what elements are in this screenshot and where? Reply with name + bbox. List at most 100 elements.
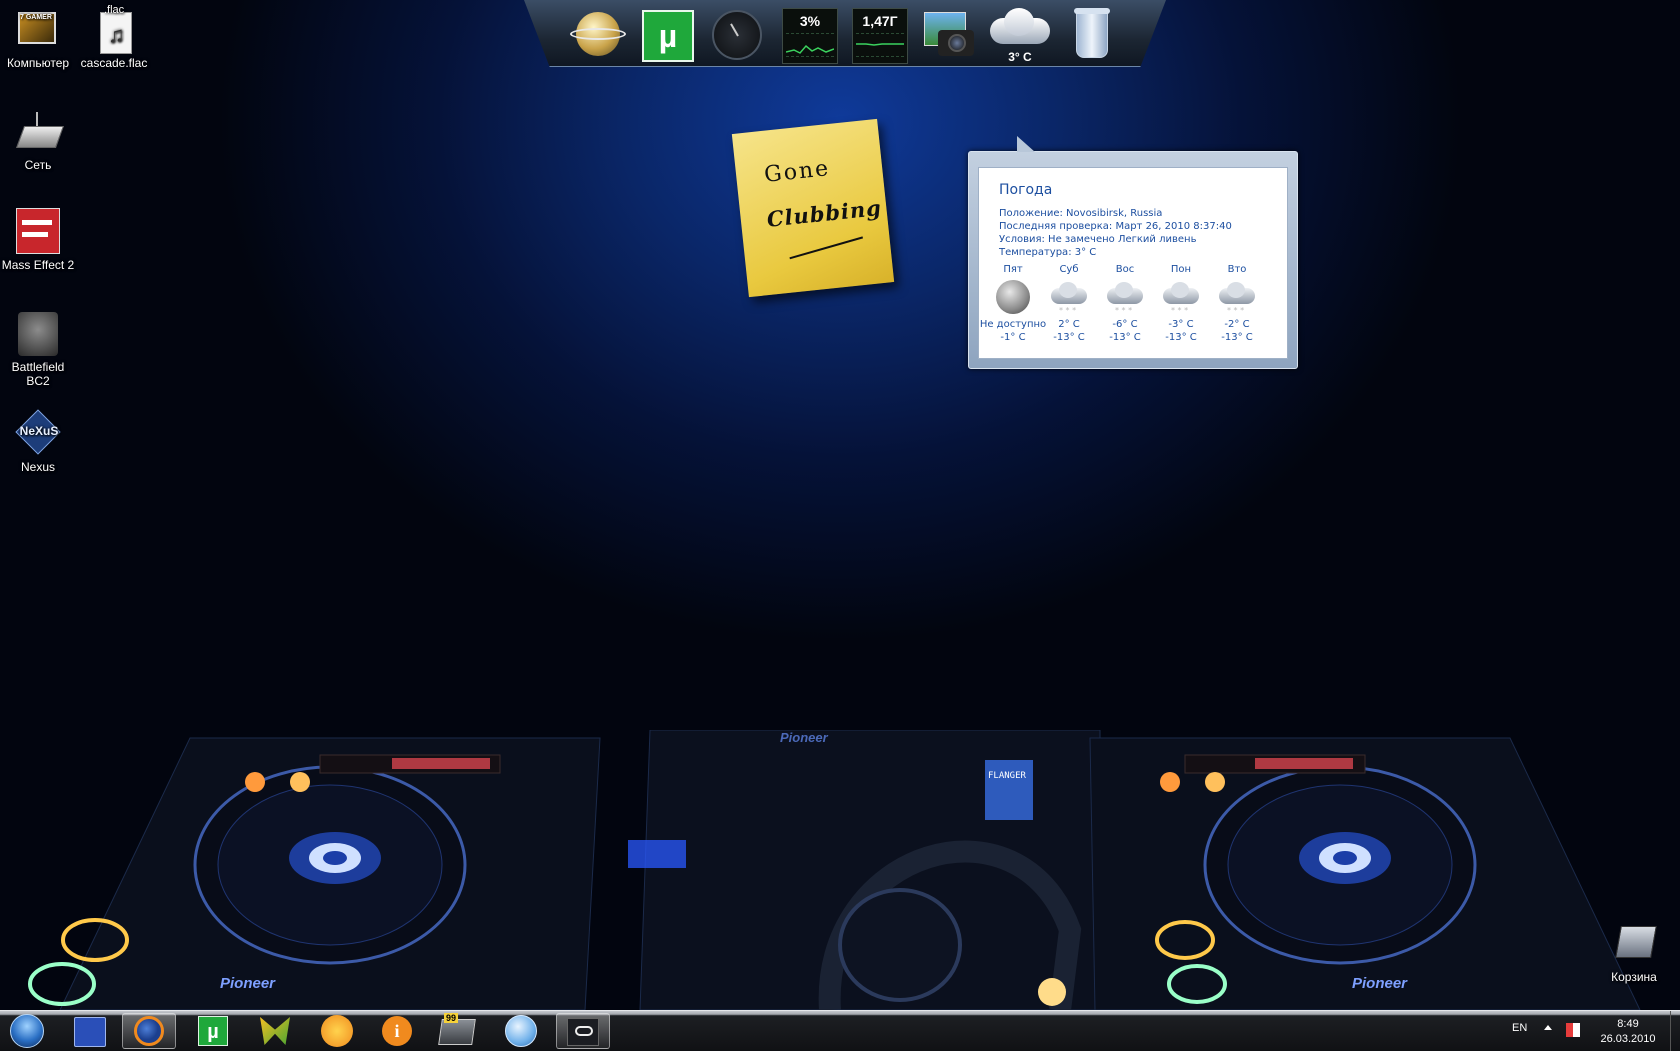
taskbar-monitor[interactable]: 99 [430,1013,484,1049]
brand-right: Pioneer [1352,975,1408,992]
clock-date: 26.03.2010 [1600,1033,1656,1045]
taskbar-firefox[interactable] [122,1013,176,1049]
forecast-day: Пон * * * -3° C -13° C [1151,264,1211,344]
taskbar-steam[interactable] [556,1013,610,1049]
sticky-note-underline [789,236,864,260]
flyout-arrow [1017,136,1035,152]
info-icon: i [382,1016,412,1046]
monitor-badge: 99 [444,1013,459,1023]
desktop-icon-label: Сеть [24,158,52,172]
desktop-icon-label: Nexus [20,460,55,474]
firefox-icon [134,1016,164,1046]
show-hidden-icons-button[interactable] [1544,1025,1552,1030]
sticky-note[interactable]: Gone Clubbing [731,118,895,298]
cpu-meter-gadget[interactable]: 3% [782,8,838,64]
snow-cloud-icon: * * * [1219,280,1255,315]
top-gadget-dock: µ 3% 1,47Г 3° C [524,0,1166,67]
itunes-icon [505,1015,537,1047]
moon-icon [995,280,1031,314]
forecast-day-lo: -13° C [1221,332,1253,343]
recycle-bin-icon[interactable] [1064,8,1120,64]
forecast-day-hi: 2° C [1058,319,1080,330]
brand-mixer: Pioneer [780,730,829,745]
taskbar-butterfly[interactable] [248,1013,302,1049]
weather-location: Положение: Novosibirsk, Russia [999,208,1163,219]
flac-file-badge: .flac [104,4,125,16]
action-center-flag-icon[interactable] [1566,1023,1580,1037]
forecast-day-lo: -1° C [1000,332,1026,343]
clock-time: 8:49 [1617,1018,1639,1030]
wallpaper-dj-decks: Pioneer FLANGER Pioneer Pioneer [28,730,1641,1010]
brand-left: Pioneer [220,975,276,992]
snow-cloud-icon: * * * [1163,280,1199,315]
desktop: Pioneer FLANGER Pioneer Pioneer 7 GAMER … [0,0,1680,1010]
forecast-day: Вто * * * -2° C -13° C [1207,264,1267,344]
butterfly-icon [260,1017,290,1045]
forecast-day-lo: -13° C [1109,332,1141,343]
cpu-meter-graph [785,33,835,57]
taskbar-aimp[interactable] [310,1013,364,1049]
mixer-display: FLANGER [988,771,1027,781]
forecast-day-lo: -13° C [1053,332,1085,343]
desktop-icon-cascade-flac[interactable]: ♫ .flac cascade.flac [76,4,152,70]
taskbar-info[interactable]: i [370,1013,424,1049]
utorrent-icon[interactable]: µ [640,8,696,64]
weather-info: Положение: Novosibirsk, Russia Последняя… [999,207,1232,259]
taskbar-save-disk[interactable] [62,1013,116,1049]
network-icon [14,108,65,156]
taskbar-utorrent[interactable]: µ [186,1013,240,1049]
desktop-icon-label: cascade.flac [80,56,148,70]
sticky-note-line-1: Gone [763,156,832,188]
desktop-icon-label: Battlefield BC2 [11,360,65,388]
aimp-icon [321,1015,353,1047]
start-button[interactable] [2,1013,54,1049]
taskbar: µ i 99 EN 8:49 26.03.2010 [0,1010,1680,1051]
forecast-day-hi: -3° C [1168,319,1194,330]
clock-gadget-icon[interactable] [710,8,766,64]
desktop-icon-recycle-bin[interactable]: Корзина [1596,920,1672,984]
forecast-day: Суб * * * 2° C -13° C [1039,264,1099,344]
desktop-icon-battlefield[interactable]: Battlefield BC2 [0,310,76,388]
weather-flyout-content: Погода Положение: Novosibirsk, Russia По… [978,167,1288,359]
weather-last-check: Последняя проверка: Март 26, 2010 8:37:4… [999,221,1232,232]
globe-icon[interactable] [570,8,626,64]
weather-flyout: Погода Положение: Novosibirsk, Russia По… [968,136,1298,369]
computer-icon-badge: 7 GAMER [20,14,52,21]
start-orb-icon [10,1014,44,1048]
forecast-day-lo: -13° C [1165,332,1197,343]
weather-title: Погода [999,182,1053,198]
steam-icon-mark [575,1026,593,1036]
forecast-day-name: Пят [1003,264,1023,275]
forecast-day-name: Пон [1170,264,1192,275]
recycle-bin-icon [1610,920,1658,968]
cpu-meter-value: 3% [799,13,821,29]
forecast-day-name: Вос [1115,264,1135,275]
desktop-icon-label: Корзина [1611,970,1657,984]
memory-meter-gadget[interactable]: 1,47Г [852,8,908,64]
save-disk-icon [74,1017,106,1047]
photo-camera-icon[interactable] [922,8,978,64]
desktop-icon-nexus[interactable]: NeXuS Nexus [0,409,76,474]
desktop-icon-mass-effect-2[interactable]: Mass Effect 2 [0,208,76,272]
forecast-day-hi: -6° C [1112,319,1138,330]
desktop-icon-network[interactable]: Сеть [0,108,76,172]
weather-cloud-icon[interactable]: 3° C [990,8,1050,64]
computer-icon: 7 GAMER [14,6,62,54]
language-indicator[interactable]: EN [1512,1022,1527,1034]
flac-file-icon: ♫ .flac [90,4,138,54]
system-clock[interactable]: 8:49 26.03.2010 [1588,1017,1668,1047]
show-desktop-button[interactable] [1670,1011,1680,1051]
mass-effect-icon [14,208,62,256]
weather-dock-temp: 3° C [1008,50,1032,64]
forecast-day-hi: -2° C [1224,319,1250,330]
weather-temperature: Температура: 3° C [999,247,1097,258]
taskbar-itunes[interactable] [494,1013,548,1049]
desktop-icon-computer[interactable]: 7 GAMER Компьютер [0,6,76,70]
desktop-icon-label: Компьютер [6,56,70,70]
nexus-icon: NeXuS [14,409,62,458]
forecast-day-name: Суб [1059,264,1079,275]
forecast-day: Вос * * * -6° C -13° C [1095,264,1155,344]
memory-meter-graph [856,33,904,57]
weather-conditions: Условия: Не замечено Легкий ливень [999,234,1197,245]
forecast-day-name: Вто [1227,264,1247,275]
